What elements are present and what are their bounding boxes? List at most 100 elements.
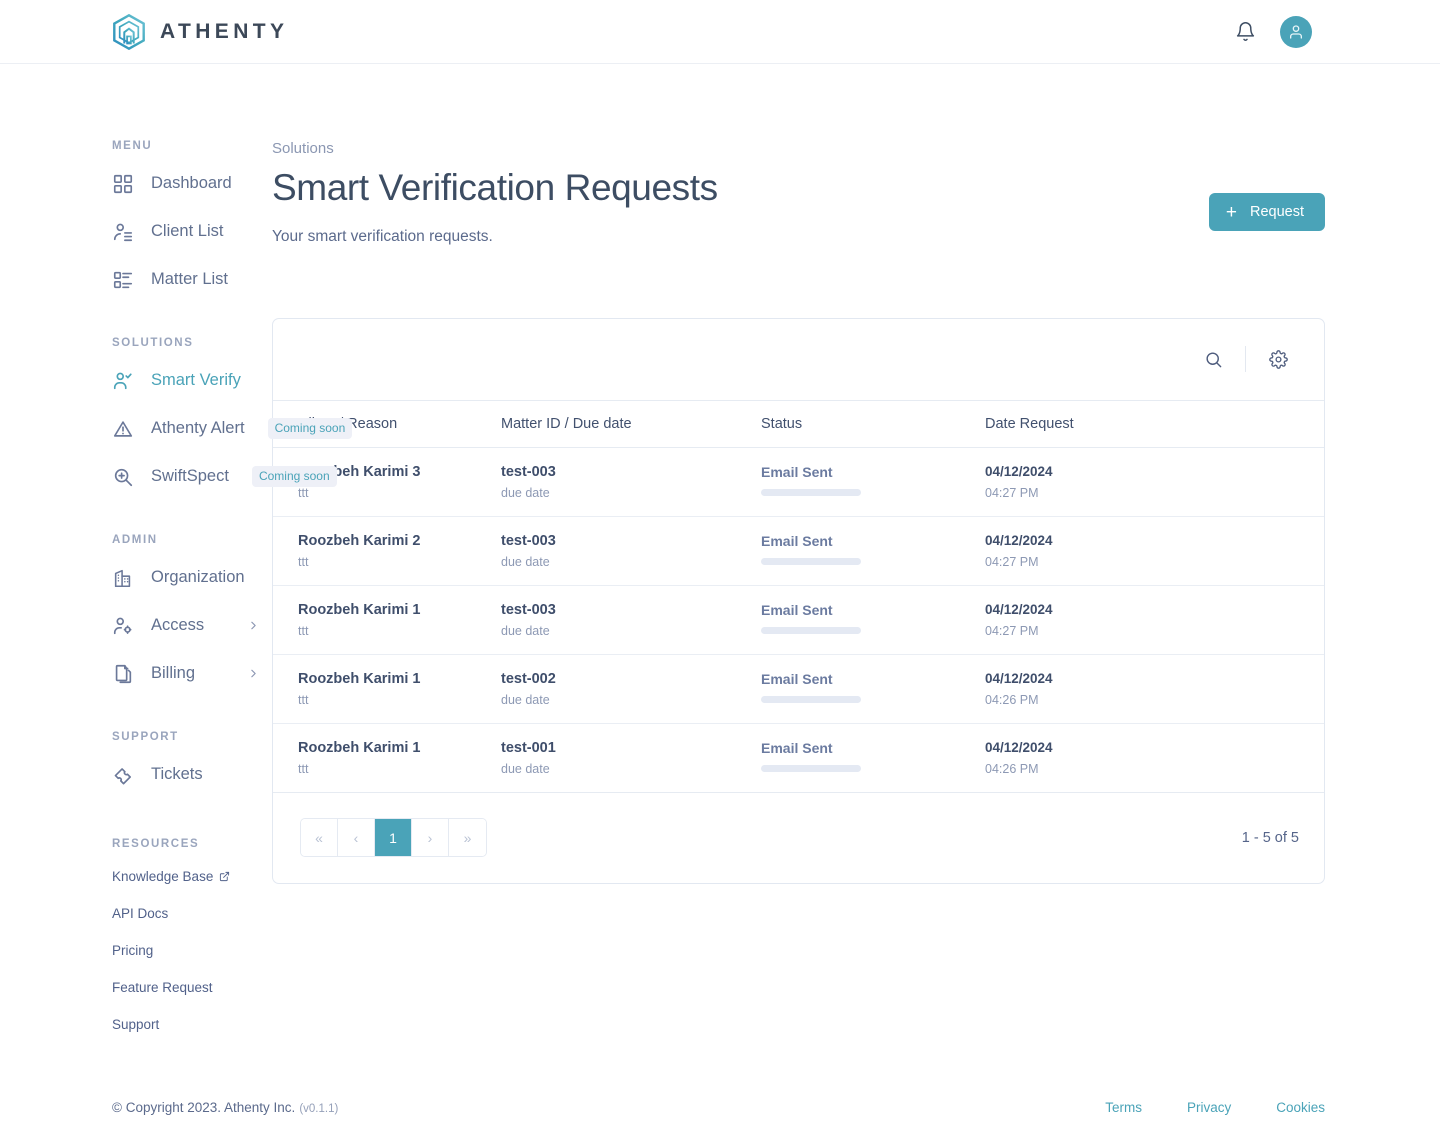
athenty-hexagon-house-logo-icon <box>113 13 145 50</box>
sidebar-item-access[interactable]: Access <box>112 610 272 641</box>
plus-icon: + <box>1225 201 1237 223</box>
request-date: 04/12/2024 <box>985 670 1053 686</box>
pagination-page-1-button[interactable]: 1 <box>375 819 412 857</box>
sidebar-item-dashboard[interactable]: Dashboard <box>112 168 272 199</box>
footer: © Copyright 2023. Athenty Inc. (v0.1.1) T… <box>112 1054 1325 1133</box>
status-badge: Email Sent <box>761 601 833 618</box>
table-row[interactable]: Roozbeh Karimi 2 ttt test-003 due date E… <box>273 516 1324 586</box>
matter-due-date: due date <box>501 761 550 776</box>
request-time: 04:27 PM <box>985 554 1039 569</box>
user-gear-icon <box>113 617 132 634</box>
add-request-button[interactable]: + Request <box>1208 193 1325 231</box>
resource-link-feature-request[interactable]: Feature Request <box>112 980 272 995</box>
matter-id: test-003 <box>501 601 556 618</box>
sidebar-section-title-resources: RESOURCES <box>112 838 200 850</box>
request-time: 04:26 PM <box>985 761 1039 776</box>
cell-client: Roozbeh Karimi 1 ttt <box>273 723 501 793</box>
notifications-button[interactable] <box>1232 19 1258 45</box>
sidebar-item-label: Tickets <box>151 765 203 783</box>
table-row[interactable]: Roozbeh Karimi 1 ttt test-002 due date E… <box>273 654 1324 724</box>
sidebar-item-label: Smart Verify <box>151 371 241 389</box>
cell-date: 04/12/2024 04:27 PM <box>985 516 1324 586</box>
sidebar-item-client-list[interactable]: Client List <box>112 216 272 247</box>
request-time: 04:27 PM <box>985 485 1039 500</box>
column-header-date-request[interactable]: Date Request <box>985 399 1324 448</box>
column-header-matter-due[interactable]: Matter ID / Due date <box>501 399 761 448</box>
cell-matter: test-003 due date <box>501 447 761 517</box>
footer-links: Terms Privacy Cookies <box>1105 1100 1325 1115</box>
footer-link-cookies[interactable]: Cookies <box>1276 1100 1325 1115</box>
search-button[interactable] <box>1191 342 1235 376</box>
sidebar-section-title-support: SUPPORT <box>112 731 179 743</box>
resource-link-label: API Docs <box>112 906 169 921</box>
status-badge: Email Sent <box>761 739 833 756</box>
topbar-actions <box>1232 15 1312 48</box>
pagination-controls: « ‹ 1 › » <box>300 818 487 858</box>
toolbar-divider <box>1245 346 1246 373</box>
resource-link-knowledge-base[interactable]: Knowledge Base <box>112 869 272 884</box>
table-header-row: Client / Reason Matter ID / Due date Sta… <box>273 399 1324 448</box>
request-date: 04/12/2024 <box>985 532 1053 548</box>
matter-due-date: due date <box>501 485 550 500</box>
table-settings-button[interactable] <box>1256 342 1300 376</box>
column-header-status[interactable]: Status <box>761 399 985 448</box>
sidebar-item-tickets[interactable]: Tickets <box>112 759 272 790</box>
client-name: Roozbeh Karimi 1 <box>298 670 421 687</box>
sidebar-item-smart-verify[interactable]: Smart Verify <box>112 365 272 396</box>
pagination-prev-button[interactable]: ‹ <box>338 819 375 857</box>
sidebar-section-title-admin: ADMIN <box>112 534 158 546</box>
table-row[interactable]: Roozbeh Karimi 1 ttt test-003 due date E… <box>273 585 1324 655</box>
sidebar-item-matter-list[interactable]: Matter List <box>112 264 272 295</box>
table-row[interactable]: Roozbeh Karimi 3 ttt test-003 due date E… <box>273 447 1324 517</box>
request-date: 04/12/2024 <box>985 463 1053 479</box>
status-badge: Email Sent <box>761 532 833 549</box>
client-reason: ttt <box>298 692 309 707</box>
sidebar-section-title-menu: MENU <box>112 140 153 152</box>
cell-date: 04/12/2024 04:27 PM <box>985 585 1324 655</box>
avatar[interactable] <box>1280 15 1312 48</box>
table-row[interactable]: Roozbeh Karimi 1 ttt test-001 due date E… <box>273 723 1324 793</box>
resource-link-api-docs[interactable]: API Docs <box>112 906 272 921</box>
resource-link-pricing[interactable]: Pricing <box>112 943 272 958</box>
brand-name: ATHENTY <box>160 19 289 43</box>
request-time: 04:27 PM <box>985 623 1039 638</box>
status-badge: Email Sent <box>761 670 833 687</box>
documents-icon <box>115 664 132 683</box>
pagination-next-button[interactable]: › <box>412 819 449 857</box>
client-reason: ttt <box>298 623 309 638</box>
sidebar-item-organization[interactable]: Organization <box>112 562 272 593</box>
matter-id: test-003 <box>501 463 556 480</box>
cell-client: Roozbeh Karimi 1 ttt <box>273 585 501 655</box>
client-reason: ttt <box>298 485 309 500</box>
sidebar-item-label: Access <box>151 616 205 634</box>
sidebar-item-athenty-alert[interactable]: Athenty Alert Coming soon <box>112 413 353 444</box>
sidebar-group-solutions: SOLUTIONS Smart Verify Athenty Alert Com… <box>112 337 353 492</box>
status-progress-bar <box>761 764 861 772</box>
status-progress-bar <box>761 626 861 634</box>
sidebar-item-label: Matter List <box>151 270 229 288</box>
brand-logo[interactable]: ATHENTY <box>112 13 289 50</box>
client-reason: ttt <box>298 761 309 776</box>
table-head: Client / Reason Matter ID / Due date Sta… <box>273 399 1324 448</box>
footer-link-terms[interactable]: Terms <box>1105 1100 1142 1115</box>
sidebar-section-title-solutions: SOLUTIONS <box>112 337 194 349</box>
sidebar-item-label: SwiftSpect <box>151 467 229 485</box>
search-icon <box>1205 352 1221 367</box>
cell-date: 04/12/2024 04:27 PM <box>985 447 1324 517</box>
breadcrumb[interactable]: Solutions <box>272 140 1325 157</box>
pagination-last-button[interactable]: » <box>449 819 486 857</box>
sidebar-item-swiftspect[interactable]: SwiftSpect Coming soon <box>112 461 337 492</box>
sidebar: MENU Dashboard Client List Matter List S… <box>0 76 353 1054</box>
resource-link-support[interactable]: Support <box>112 1017 272 1032</box>
cell-client: Roozbeh Karimi 1 ttt <box>273 654 501 724</box>
page-subtitle: Your smart verification requests. <box>272 227 493 245</box>
matter-id: test-001 <box>501 739 556 756</box>
pagination-first-button[interactable]: « <box>301 819 338 857</box>
requests-card: Client / Reason Matter ID / Due date Sta… <box>272 317 1325 884</box>
sidebar-item-billing[interactable]: Billing <box>112 658 272 689</box>
bell-icon <box>1236 22 1254 41</box>
sidebar-item-label: Athenty Alert <box>151 419 245 437</box>
footer-link-privacy[interactable]: Privacy <box>1187 1100 1231 1115</box>
matter-due-date: due date <box>501 554 550 569</box>
status-progress-bar <box>761 557 861 565</box>
